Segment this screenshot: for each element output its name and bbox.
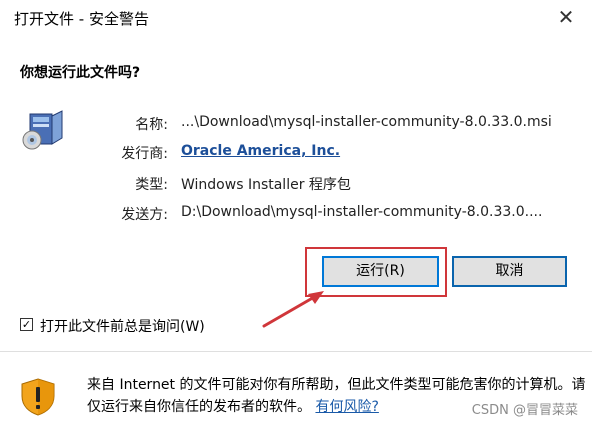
- title-bar: 打开文件 - 安全警告 ✕: [0, 0, 592, 36]
- divider: [0, 351, 592, 352]
- question-heading: 你想运行此文件吗?: [20, 65, 141, 81]
- always-ask-checkbox[interactable]: ✓: [20, 318, 33, 331]
- security-shield-icon: [21, 378, 55, 416]
- publisher-link[interactable]: Oracle America, Inc.: [181, 143, 340, 159]
- always-ask-label[interactable]: 打开此文件前总是询问(W): [40, 316, 205, 336]
- publisher-label: 发行商:: [121, 146, 168, 162]
- close-button[interactable]: ✕: [546, 0, 586, 36]
- annotation-arrow: [262, 291, 324, 328]
- window-title: 打开文件 - 安全警告: [14, 10, 149, 28]
- installer-package-icon: [22, 110, 63, 150]
- cancel-button[interactable]: 取消: [452, 256, 567, 287]
- risk-help-link[interactable]: 有何风险?: [315, 399, 378, 415]
- type-value: Windows Installer 程序包: [181, 177, 351, 193]
- name-value: ...\Download\mysql-installer-community-8…: [181, 114, 552, 130]
- name-label: 名称:: [135, 117, 168, 133]
- from-label: 发送方:: [121, 207, 168, 223]
- type-label: 类型:: [135, 177, 168, 193]
- run-button[interactable]: 运行(R): [322, 256, 439, 287]
- watermark: CSDN @冒冒菜菜: [471, 403, 578, 418]
- from-value: D:\Download\mysql-installer-community-8.…: [181, 204, 543, 220]
